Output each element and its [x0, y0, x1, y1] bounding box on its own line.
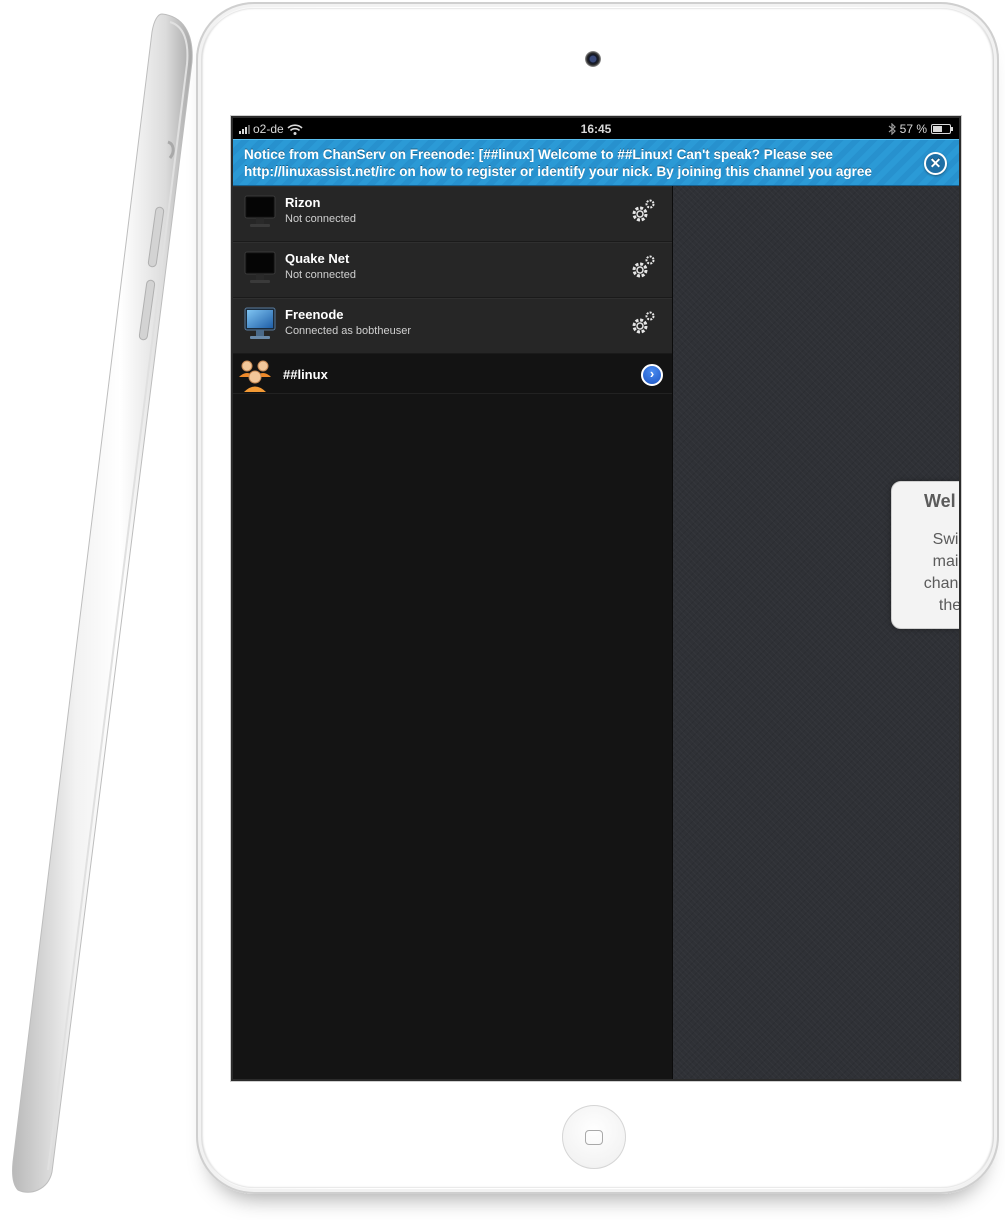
notice-line-1: Notice from ChanServ on Freenode: [##lin… [244, 147, 833, 162]
close-icon[interactable]: ✕ [924, 152, 947, 175]
network-name: Rizon [285, 195, 321, 210]
channel-name: ##linux [283, 367, 328, 382]
monitor-icon [244, 195, 276, 227]
camera-icon [585, 51, 601, 67]
app-screen: o2-de 16:45 57 % Notice from ChanServ on… [233, 118, 959, 1079]
tablet-side-view [12, 12, 197, 1197]
home-button[interactable] [562, 1105, 626, 1169]
notice-banner[interactable]: Notice from ChanServ on Freenode: [##lin… [233, 139, 959, 186]
gear-icon[interactable] [628, 197, 658, 227]
clock: 16:45 [580, 122, 612, 136]
welcome-body: Swip main channe the [900, 529, 959, 617]
welcome-line: channe [923, 575, 959, 592]
channel-row-linux[interactable]: ##linux › [233, 354, 672, 394]
gear-icon[interactable] [628, 309, 658, 339]
content-pane: Wel Swip main channe the [672, 186, 959, 1079]
welcome-title: Wel [924, 491, 956, 511]
battery-percent: 57 % [899, 122, 927, 136]
network-status: Not connected [285, 213, 356, 225]
battery-icon [931, 124, 953, 134]
network-row-freenode[interactable]: Freenode Connected as bobtheuser [233, 298, 672, 354]
users-group-icon [239, 360, 271, 392]
welcome-line: the [938, 597, 959, 614]
network-status: Connected as bobtheuser [285, 325, 411, 337]
network-row-quakenet[interactable]: Quake Net Not connected [233, 242, 672, 298]
battery-fill [933, 126, 943, 132]
welcome-card: Wel Swip main channe the [891, 481, 959, 629]
welcome-line: main [932, 553, 959, 570]
network-sidebar: Rizon Not connected Quake Net Not connec… [233, 186, 672, 1079]
status-right: 57 % [888, 122, 953, 136]
welcome-line: Swip [932, 531, 959, 548]
network-status: Not connected [285, 269, 356, 281]
gear-icon[interactable] [628, 253, 658, 283]
bluetooth-icon [888, 123, 896, 135]
network-row-rizon[interactable]: Rizon Not connected [233, 186, 672, 242]
network-name: Quake Net [285, 251, 350, 266]
product-render: o2-de 16:45 57 % Notice from ChanServ on… [0, 0, 1005, 1220]
network-name: Freenode [285, 307, 344, 322]
home-square-icon [585, 1130, 603, 1145]
monitor-connected-icon [244, 307, 276, 339]
monitor-icon [244, 251, 276, 283]
status-bar: o2-de 16:45 57 % [233, 118, 959, 139]
notice-line-2: http://linuxassist.net/irc on how to reg… [244, 164, 872, 179]
chevron-right-icon[interactable]: › [641, 364, 663, 386]
